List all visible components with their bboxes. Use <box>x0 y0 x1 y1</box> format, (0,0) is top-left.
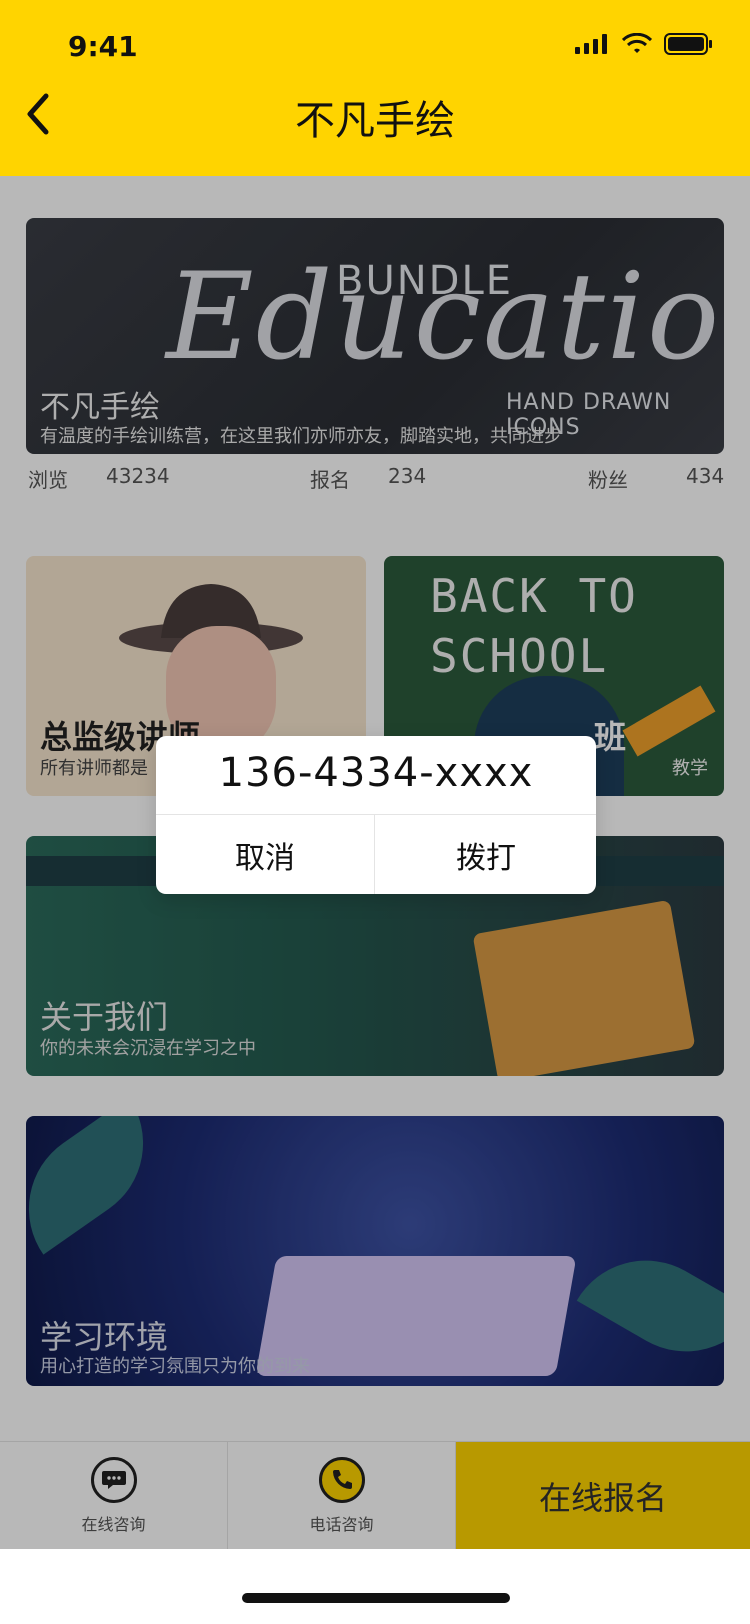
call-button[interactable]: 拨打 <box>376 815 596 894</box>
battery-icon <box>664 33 712 55</box>
page-title: 不凡手绘 <box>295 98 455 144</box>
top-header: 9:41 不凡手绘 <box>0 0 750 176</box>
cancel-button[interactable]: 取消 <box>156 815 375 894</box>
home-indicator[interactable] <box>242 1593 510 1603</box>
status-icons <box>574 32 714 56</box>
signal-icon <box>575 34 607 54</box>
home-indicator-area <box>0 1549 750 1624</box>
call-dialog: 136-4334-xxxx 取消 拨打 <box>156 736 596 894</box>
wifi-icon <box>622 33 652 53</box>
status-time: 9:41 <box>68 30 138 63</box>
dialog-phone-number: 136-4334-xxxx <box>218 750 534 796</box>
